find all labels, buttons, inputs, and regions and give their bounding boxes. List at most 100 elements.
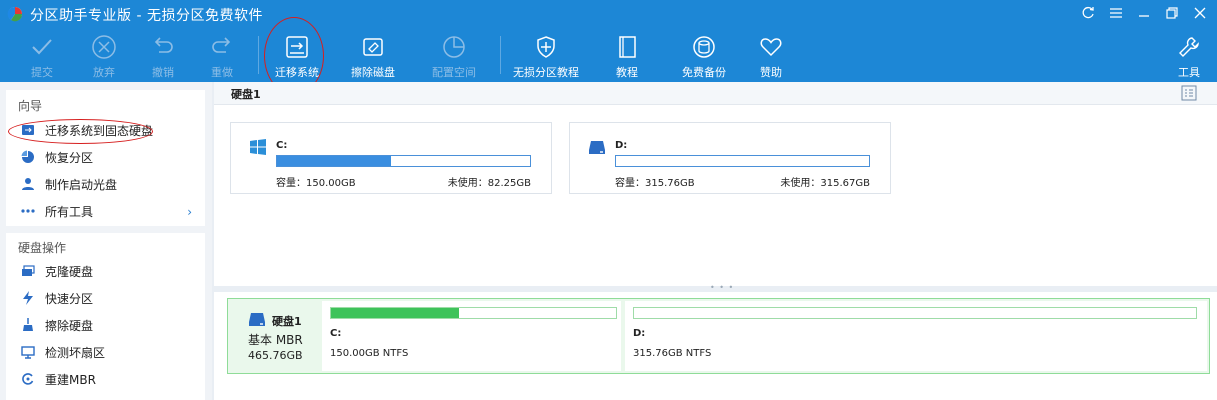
more-dots-icon [20, 203, 36, 219]
partition-letter: D: [615, 140, 628, 151]
sidebar-item-label: 所有工具 [45, 204, 94, 219]
drive-icon [589, 141, 605, 154]
partition-capacity: 容量：150.00GB [276, 178, 356, 189]
sponsor-label: 赞助 [760, 66, 782, 79]
usage-bar [276, 155, 531, 167]
discard-button[interactable]: 放弃 [73, 32, 135, 80]
tools-button[interactable]: 工具 [1158, 32, 1217, 80]
sidebar-item-label: 检测坏扇区 [45, 345, 106, 360]
allocate-space-label: 配置空间 [432, 66, 476, 79]
drive-icon [249, 313, 265, 326]
partition-card[interactable]: C: 容量：150.00GB 未使用：82.25GB [230, 122, 552, 194]
migrate-disk-icon [20, 122, 36, 138]
undo-icon [154, 37, 173, 53]
toolbar: 提交 放弃 撤销 重做 迁移系统 擦除磁盘 配置空间 无损分区教程 教程 免费备… [0, 28, 1217, 82]
partition-usage-bar [330, 307, 617, 319]
minimize-icon[interactable] [1135, 4, 1153, 22]
sidebar-item-all-tools[interactable]: 所有工具 › [20, 201, 200, 221]
disk-row[interactable]: 硬盘1 基本 MBR 465.76GB C: 150.00GB NTFS D: … [227, 298, 1210, 374]
list-view-icon[interactable] [1181, 85, 1197, 101]
partition-block[interactable]: C: 150.00GB NTFS [322, 301, 621, 371]
commit-button[interactable]: 提交 [11, 32, 73, 80]
app-logo-icon [7, 6, 23, 22]
commit-label: 提交 [31, 66, 53, 79]
grip-icon: • • • [710, 283, 735, 292]
refresh-c-icon [20, 371, 36, 387]
close-icon[interactable] [1191, 4, 1209, 22]
undo-label: 撤销 [152, 66, 174, 79]
redo-icon [212, 37, 231, 53]
partition-usage-fill [331, 308, 460, 318]
book-icon [619, 36, 636, 58]
usage-bar-fill [277, 156, 391, 166]
partition-usage-bar [633, 307, 1197, 319]
partition-letter: C: [330, 328, 342, 339]
wizard-panel: 向导 迁移系统到固态硬盘 恢复分区 制作启动光盘 所有工具 › [6, 90, 205, 226]
sidebar-item-label: 制作启动光盘 [45, 177, 118, 192]
free-backup-button[interactable]: 免费备份 [673, 32, 735, 80]
allocate-space-button[interactable]: 配置空间 [423, 32, 485, 80]
undo-button[interactable]: 撤销 [132, 32, 194, 80]
free-backup-label: 免费备份 [682, 66, 726, 79]
migrate-disk-icon [286, 36, 308, 58]
disk-info: 硬盘1 基本 MBR 465.76GB [228, 299, 320, 373]
sidebar-item-label: 恢复分区 [45, 150, 94, 165]
menu-icon[interactable] [1107, 4, 1125, 22]
sidebar-item-wipe-disk[interactable]: 擦除硬盘 [20, 315, 93, 335]
partition-tutorial-label: 无损分区教程 [513, 66, 579, 79]
redo-label: 重做 [211, 66, 233, 79]
window-title: 分区助手专业版 - 无损分区免费软件 [30, 8, 263, 24]
sidebar-item-boot-disc[interactable]: 制作启动光盘 [20, 174, 117, 194]
tutorial-label: 教程 [616, 66, 638, 79]
sidebar-item-quick-partition[interactable]: 快速分区 [20, 288, 93, 308]
wipe-disk-label: 擦除磁盘 [351, 66, 395, 79]
partition-tutorial-button[interactable]: 无损分区教程 [508, 32, 584, 80]
wizard-section-title: 向导 [18, 99, 43, 113]
broom-icon [20, 317, 36, 333]
partition-description: 150.00GB NTFS [330, 348, 409, 359]
title-bar: 分区助手专业版 - 无损分区免费软件 [0, 0, 1217, 28]
partition-capacity: 容量：315.76GB [615, 178, 695, 189]
pie-chart-icon [20, 149, 36, 165]
person-disc-icon [20, 176, 36, 192]
sidebar-item-migrate-ssd[interactable]: 迁移系统到固态硬盘 [20, 120, 153, 140]
cancel-circle-icon [92, 35, 116, 59]
disk-size: 465.76GB [248, 349, 303, 362]
disk-header-label: 硬盘1 [231, 88, 261, 101]
clone-disk-icon [20, 263, 36, 279]
sidebar-item-check-bad-sectors[interactable]: 检测坏扇区 [20, 342, 105, 362]
partition-description: 315.76GB NTFS [633, 348, 712, 359]
disk-name: 硬盘1 [272, 315, 302, 328]
partition-letter: C: [276, 140, 288, 151]
monitor-icon [20, 344, 36, 360]
sidebar-item-recover-partition[interactable]: 恢复分区 [20, 147, 93, 167]
toolbar-divider [258, 36, 259, 74]
disk-header: 硬盘1 [214, 82, 1217, 105]
sidebar-item-label: 快速分区 [45, 291, 94, 306]
sidebar: 向导 迁移系统到固态硬盘 恢复分区 制作启动光盘 所有工具 › 硬盘操作 克隆硬… [0, 82, 212, 400]
restore-icon[interactable] [1163, 4, 1181, 22]
lightning-icon [20, 290, 36, 306]
checkmark-icon [32, 39, 52, 55]
disk-view-panel: 硬盘1 C: 容量：150.00GB 未使用：82.25GB D: 容量：315… [214, 82, 1217, 286]
partition-block[interactable]: D: 315.76GB NTFS [625, 301, 1207, 371]
windows-logo-icon [250, 139, 266, 155]
partition-free-space: 未使用：315.67GB [780, 178, 870, 189]
sidebar-item-label: 克隆硬盘 [45, 264, 94, 279]
migrate-system-button[interactable]: 迁移系统 [266, 32, 328, 80]
refresh-icon[interactable] [1079, 4, 1097, 22]
partition-free-space: 未使用：82.25GB [447, 178, 531, 189]
backup-database-icon [693, 36, 715, 58]
wipe-disk-button[interactable]: 擦除磁盘 [342, 32, 404, 80]
redo-button[interactable]: 重做 [191, 32, 253, 80]
partition-card[interactable]: D: 容量：315.76GB 未使用：315.67GB [569, 122, 891, 194]
disk-map-panel: 硬盘1 基本 MBR 465.76GB C: 150.00GB NTFS D: … [214, 292, 1217, 400]
tutorial-button[interactable]: 教程 [596, 32, 658, 80]
eraser-disk-icon [363, 38, 383, 56]
wrench-icon [1179, 37, 1199, 57]
disk-ops-panel: 硬盘操作 克隆硬盘 快速分区 擦除硬盘 检测坏扇区 重建MBR [6, 233, 205, 400]
sidebar-item-rebuild-mbr[interactable]: 重建MBR [20, 369, 96, 389]
sponsor-button[interactable]: 赞助 [740, 32, 802, 80]
disk-type: 基本 MBR [248, 333, 303, 347]
sidebar-item-clone-disk[interactable]: 克隆硬盘 [20, 261, 93, 281]
